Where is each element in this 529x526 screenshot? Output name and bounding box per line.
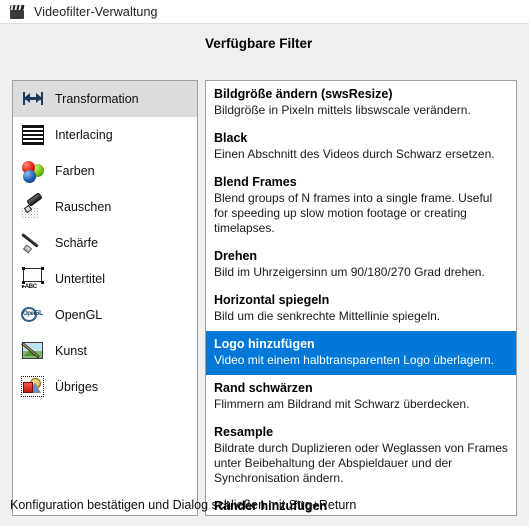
list-item[interactable]: Bildgröße ändern (swsResize) Bildgröße i… bbox=[206, 81, 516, 125]
sidebar-item-label: Interlacing bbox=[55, 128, 113, 142]
noise-eraser-icon bbox=[20, 192, 46, 220]
sidebar-item-label: Untertitel bbox=[55, 272, 106, 286]
list-item[interactable]: Rand schwärzen Flimmern am Bildrand mit … bbox=[206, 375, 516, 419]
sharpness-brush-icon bbox=[20, 230, 46, 256]
dialog-body: Verfügbare Filter Transformation Interla… bbox=[0, 23, 529, 526]
sidebar-item-label: Kunst bbox=[55, 344, 87, 358]
sidebar-item-label: OpenGL bbox=[55, 308, 103, 322]
sidebar-item-label: Farben bbox=[55, 164, 95, 178]
category-list[interactable]: Transformation Interlacing Farben Rausch… bbox=[12, 80, 198, 516]
sidebar-item-transformation[interactable]: Transformation bbox=[13, 81, 197, 117]
filter-name: Logo hinzufügen bbox=[214, 337, 315, 351]
list-item[interactable]: Black Einen Abschnitt des Videos durch S… bbox=[206, 125, 516, 169]
sidebar-item-interlacing[interactable]: Interlacing bbox=[13, 117, 197, 153]
filter-name: Blend Frames bbox=[214, 175, 297, 189]
page-title: Verfügbare Filter bbox=[205, 36, 313, 51]
filter-description: Bild im Uhrzeigersinn um 90/180/270 Grad… bbox=[214, 265, 485, 279]
list-item[interactable]: Drehen Bild im Uhrzeigersinn um 90/180/2… bbox=[206, 243, 516, 287]
sidebar-item-rauschen[interactable]: Rauschen bbox=[13, 189, 197, 225]
status-hint: Konfiguration bestätigen und Dialog schl… bbox=[10, 498, 357, 512]
color-spheres-icon bbox=[20, 158, 46, 184]
transform-arrows-icon bbox=[20, 86, 46, 112]
filter-name: Resample bbox=[214, 425, 274, 439]
filter-description: Video mit einem halbtransparenten Logo ü… bbox=[214, 353, 494, 367]
subtitle-screen-icon: ▸ABC bbox=[20, 266, 46, 292]
opengl-logo-icon: Open GL bbox=[20, 302, 46, 328]
list-item[interactable]: Horizontal spiegeln Bild um die senkrech… bbox=[206, 287, 516, 331]
filter-description: Flimmern am Bildrand mit Schwarz überdec… bbox=[214, 397, 470, 411]
sidebar-item-label: Übriges bbox=[55, 380, 99, 394]
filter-name: Black bbox=[214, 131, 248, 145]
list-item-selected[interactable]: Logo hinzufügen Video mit einem halbtran… bbox=[206, 331, 516, 375]
list-item[interactable]: Blend Frames Blend groups of N frames in… bbox=[206, 169, 516, 243]
filter-name: Bildgröße ändern (swsResize) bbox=[214, 87, 393, 101]
filter-description: Schwarze Ränder um das Bild herum hinzuf… bbox=[214, 515, 508, 516]
filter-description: Bild um die senkrechte Mittellinie spieg… bbox=[214, 309, 441, 323]
filter-description: Bildrate durch Duplizieren oder Weglasse… bbox=[214, 441, 508, 485]
sidebar-item-schaerfe[interactable]: Schärfe bbox=[13, 225, 197, 261]
window-title: Videofilter-Verwaltung bbox=[34, 4, 158, 19]
misc-shapes-icon bbox=[20, 374, 46, 400]
sidebar-item-opengl[interactable]: Open GL OpenGL bbox=[13, 297, 197, 333]
interlace-stripes-icon bbox=[20, 122, 46, 148]
sidebar-item-kunst[interactable]: Kunst bbox=[13, 333, 197, 369]
list-item[interactable]: Resample Bildrate durch Duplizieren oder… bbox=[206, 419, 516, 493]
sidebar-item-untertitel[interactable]: ▸ABC Untertitel bbox=[13, 261, 197, 297]
window-title-bar: Videofilter-Verwaltung bbox=[0, 0, 529, 23]
filter-list[interactable]: Bildgröße ändern (swsResize) Bildgröße i… bbox=[205, 80, 517, 516]
sidebar-item-label: Transformation bbox=[55, 92, 139, 106]
filter-name: Horizontal spiegeln bbox=[214, 293, 330, 307]
sidebar-item-uebriges[interactable]: Übriges bbox=[13, 369, 197, 405]
filter-name: Drehen bbox=[214, 249, 258, 263]
filter-description: Blend groups of N frames into a single f… bbox=[214, 191, 493, 235]
sidebar-item-label: Schärfe bbox=[55, 236, 99, 250]
clapperboard-icon bbox=[9, 4, 26, 20]
art-picture-pencil-icon bbox=[20, 338, 46, 364]
sidebar-item-label: Rauschen bbox=[55, 200, 112, 214]
filter-name: Rand schwärzen bbox=[214, 381, 313, 395]
sidebar-item-farben[interactable]: Farben bbox=[13, 153, 197, 189]
filter-description: Bildgröße in Pixeln mittels libswscale v… bbox=[214, 103, 471, 117]
filter-description: Einen Abschnitt des Videos durch Schwarz… bbox=[214, 147, 495, 161]
